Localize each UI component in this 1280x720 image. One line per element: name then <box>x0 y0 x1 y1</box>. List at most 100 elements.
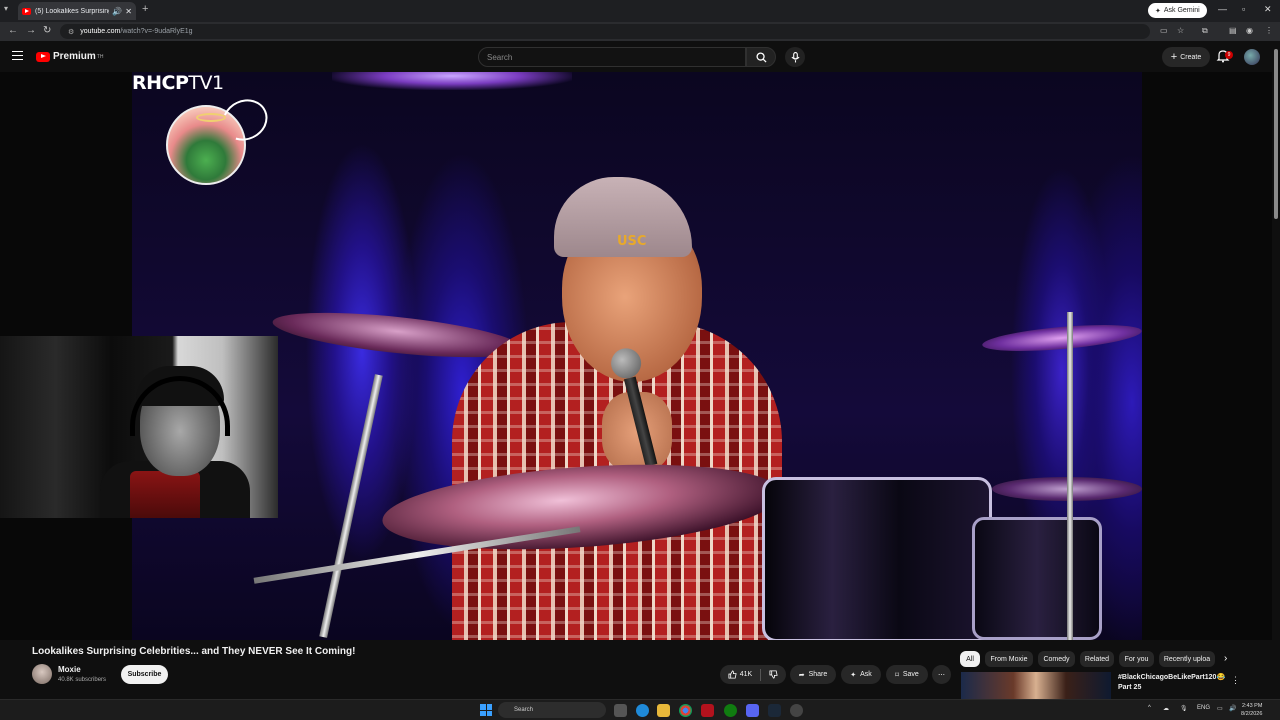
onedrive-icon[interactable]: ☁ <box>1163 705 1169 712</box>
browser-menu-icon[interactable]: ⋮ <box>1265 26 1273 35</box>
stage-light <box>332 72 572 90</box>
extensions-icon[interactable]: ⧉ <box>1202 26 1208 36</box>
speaker-icon[interactable]: 🔊 <box>112 7 122 16</box>
recommendation-subtitle[interactable]: Part 25 <box>1118 684 1141 691</box>
page-scrollbar[interactable] <box>1272 41 1280 699</box>
cast-icon[interactable]: ▭ <box>1160 26 1168 35</box>
recommendation-menu-icon[interactable]: ⋮ <box>1231 675 1240 686</box>
volume-icon[interactable]: 🔊 <box>1229 705 1236 712</box>
chip-for-you[interactable]: For you <box>1119 651 1154 667</box>
discord-icon[interactable] <box>746 704 759 717</box>
menu-icon[interactable] <box>12 51 23 60</box>
chevron-right-icon[interactable]: › <box>1224 653 1227 664</box>
youtube-logo[interactable]: Premium TH <box>36 51 103 62</box>
share-label: Share <box>808 671 828 678</box>
minimize-icon[interactable]: — <box>1218 4 1227 14</box>
create-button[interactable]: + Create <box>1162 47 1210 67</box>
tom-drum <box>762 477 992 640</box>
new-tab-icon[interactable]: + <box>142 3 148 15</box>
save-button[interactable]: ⌑ Save <box>886 665 928 684</box>
like-button[interactable]: 41K <box>728 670 752 679</box>
cymbal-stand <box>319 374 383 638</box>
more-actions-button[interactable]: ⋯ <box>932 665 951 684</box>
recommendation-thumbnail[interactable] <box>961 672 1111 699</box>
url-path: /watch?v=-9udaRlyE1g <box>120 28 193 35</box>
watermark-bold: RHCP <box>132 72 189 94</box>
windows-start-icon[interactable] <box>480 704 492 716</box>
thumbs-up-icon <box>728 670 737 679</box>
like-separator <box>760 668 762 681</box>
right-stand <box>1067 312 1073 640</box>
task-view-icon[interactable] <box>614 704 627 717</box>
browser-tab[interactable]: (5) Lookalikes Surprising Ce 🔊 ✕ <box>18 2 136 20</box>
steam-icon[interactable] <box>768 704 781 717</box>
save-label: Save <box>902 671 919 678</box>
system-clock[interactable]: 2:43 PM 8/2/2026 <box>1241 702 1262 718</box>
search-button[interactable] <box>746 47 776 67</box>
youtube-play-icon <box>36 51 50 62</box>
more-icon: ⋯ <box>938 671 945 679</box>
channel-name[interactable]: Moxie <box>58 665 81 674</box>
close-tab-icon[interactable]: ✕ <box>125 7 132 16</box>
cap-logo-text: USC <box>617 234 647 249</box>
create-label: Create <box>1180 53 1202 61</box>
site-info-icon[interactable]: ⚙ <box>68 28 74 36</box>
back-icon[interactable]: ← <box>8 25 18 36</box>
language-indicator[interactable]: ENG <box>1197 705 1210 711</box>
youtube-header: Premium TH Search + Create <box>0 41 1280 72</box>
subscriber-count: 40.8K subscribers <box>58 677 107 683</box>
bookmark-icon: ⌑ <box>895 671 899 679</box>
acrobat-icon[interactable] <box>701 704 714 717</box>
logo-country: TH <box>96 53 104 60</box>
user-avatar[interactable] <box>1244 49 1260 65</box>
edge-icon[interactable] <box>636 704 649 717</box>
sidebar-icon[interactable]: ▤ <box>1229 26 1237 35</box>
forward-icon[interactable]: → <box>26 25 36 36</box>
subscribe-button[interactable]: Subscribe <box>121 665 168 684</box>
xbox-icon[interactable] <box>724 704 737 717</box>
channel-watermark: RHCPTV1 <box>132 72 224 94</box>
taskbar-search-input[interactable]: Search <box>498 702 606 718</box>
bookmark-star-icon[interactable]: ☆ <box>1177 26 1184 35</box>
like-count: 41K <box>739 671 753 678</box>
maximize-icon[interactable]: ▫ <box>1242 4 1245 14</box>
chrome-icon[interactable] <box>679 704 692 717</box>
voice-search-button[interactable] <box>785 47 805 67</box>
clock-date: 8/2/2026 <box>1241 711 1263 717</box>
url-field[interactable]: ⚙ youtube.com/watch?v=-9udaRlyE1g <box>60 24 1150 39</box>
ask-button[interactable]: ✦ Ask <box>841 665 881 684</box>
scrollbar-thumb[interactable] <box>1274 49 1278 219</box>
network-icon[interactable]: ▭ <box>1217 705 1223 712</box>
watermark-light: TV1 <box>188 72 224 94</box>
ask-gemini-label: Ask Gemini <box>1163 7 1200 14</box>
close-window-icon[interactable]: ✕ <box>1264 4 1272 15</box>
windows-taskbar: Search ^ ☁ 🎙 ENG ▭ 🔊 2:43 PM 8/2/2026 <box>0 699 1280 720</box>
tray-chevron-icon[interactable]: ^ <box>1148 705 1151 711</box>
settings-gear-icon[interactable] <box>790 704 803 717</box>
microphone-tray-icon[interactable]: 🎙 <box>1180 705 1188 712</box>
chip-related[interactable]: Related <box>1080 651 1114 667</box>
cymbal-left <box>270 304 524 366</box>
profile-icon[interactable]: ◉ <box>1246 26 1253 35</box>
ask-label: Ask <box>860 671 872 678</box>
reload-icon[interactable]: ↻ <box>43 25 51 36</box>
notification-badge: 9 <box>1225 51 1233 59</box>
recommendation-title[interactable]: #BlackChicagoBeLikePart120😂 <box>1118 673 1225 681</box>
chip-all[interactable]: All <box>960 651 980 667</box>
tab-title: (5) Lookalikes Surprising Ce <box>35 7 110 15</box>
chip-recently-uploaded[interactable]: Recently uploa <box>1159 651 1215 667</box>
search-icon <box>755 51 767 63</box>
video-title: Lookalikes Surprising Celebrities... and… <box>32 646 356 657</box>
chip-from-channel[interactable]: From Moxie <box>985 651 1033 667</box>
file-explorer-icon[interactable] <box>657 704 670 717</box>
floor-drum <box>972 517 1102 640</box>
channel-avatar[interactable] <box>32 664 52 684</box>
address-bar-row: ← → ↻ ⚙ youtube.com/watch?v=-9udaRlyE1g … <box>0 22 1280 41</box>
search-input[interactable]: Search <box>478 47 746 67</box>
share-button[interactable]: ➦ Share <box>790 665 836 684</box>
tab-search-icon[interactable]: ▾ <box>4 4 8 13</box>
chip-comedy[interactable]: Comedy <box>1038 651 1075 667</box>
ask-gemini-button[interactable]: ✦ Ask Gemini <box>1148 3 1207 18</box>
sparkle-icon: ✦ <box>1155 7 1161 15</box>
thumbs-down-icon[interactable] <box>769 670 778 679</box>
